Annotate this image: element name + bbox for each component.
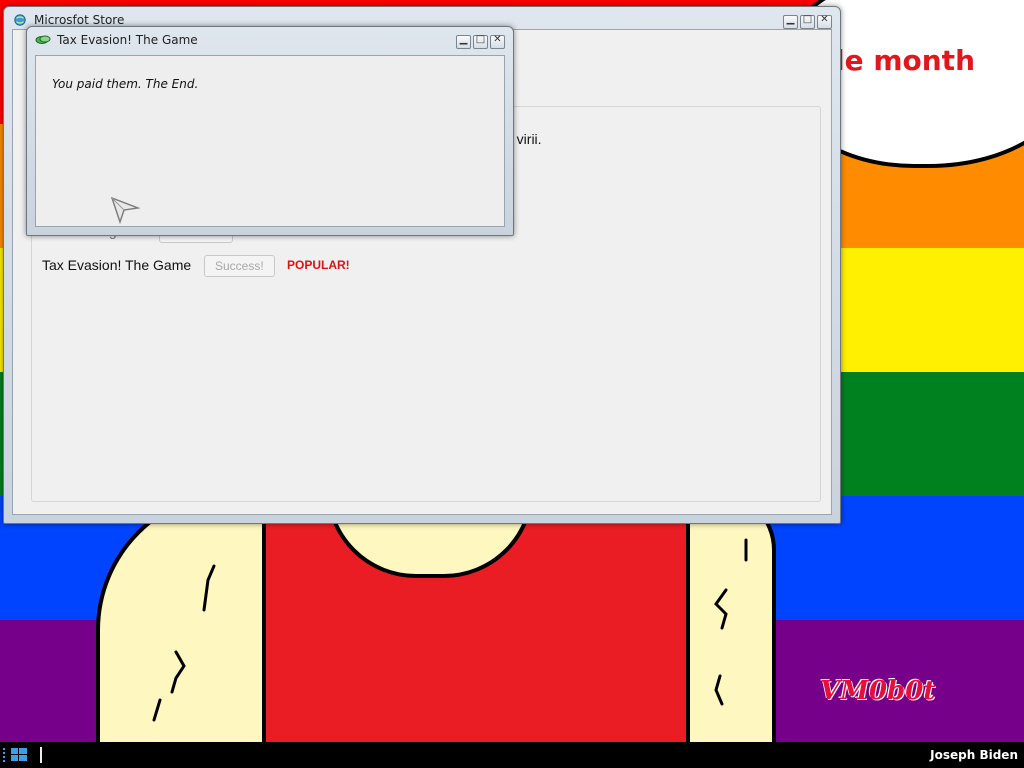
taskbar-user-name: Joseph Biden bbox=[930, 748, 1018, 762]
popup-window[interactable]: Tax Evasion! The Game ▁ □ ✕ You paid the… bbox=[26, 26, 514, 236]
store-window-title: Microsfot Store bbox=[34, 13, 125, 27]
close-icon: ✕ bbox=[820, 14, 829, 25]
minimize-button[interactable]: ▁ bbox=[783, 14, 798, 29]
money-icon bbox=[35, 35, 51, 44]
taskbar: Joseph Biden bbox=[0, 742, 1024, 768]
maximize-icon: □ bbox=[802, 14, 813, 25]
popular-badge: POPULAR! bbox=[287, 258, 350, 272]
minimize-icon: ▁ bbox=[786, 14, 795, 25]
close-button[interactable]: ✕ bbox=[817, 14, 832, 29]
success-button[interactable]: Success! bbox=[204, 255, 275, 277]
wallpaper-signature: VM0b0t bbox=[820, 676, 936, 706]
mouse-cursor-icon bbox=[110, 196, 140, 224]
close-button[interactable]: ✕ bbox=[490, 34, 505, 49]
minimize-icon: ▁ bbox=[459, 34, 468, 45]
maximize-button[interactable]: □ bbox=[800, 14, 815, 29]
close-icon: ✕ bbox=[493, 34, 502, 45]
store-globe-icon bbox=[14, 14, 26, 26]
maximize-button[interactable]: □ bbox=[473, 34, 488, 49]
popup-message: You paid them. The End. bbox=[52, 77, 199, 91]
popup-window-title: Tax Evasion! The Game bbox=[57, 33, 198, 47]
popup-titlebar[interactable]: Tax Evasion! The Game ▁ □ ✕ bbox=[27, 27, 513, 53]
minimize-button[interactable]: ▁ bbox=[456, 34, 471, 49]
popup-client-area: You paid them. The End. bbox=[35, 55, 505, 227]
windows-start-icon[interactable] bbox=[2, 746, 30, 764]
store-item-name: Tax Evasion! The Game bbox=[42, 257, 192, 273]
maximize-icon: □ bbox=[475, 34, 486, 45]
taskbar-separator bbox=[40, 747, 42, 763]
